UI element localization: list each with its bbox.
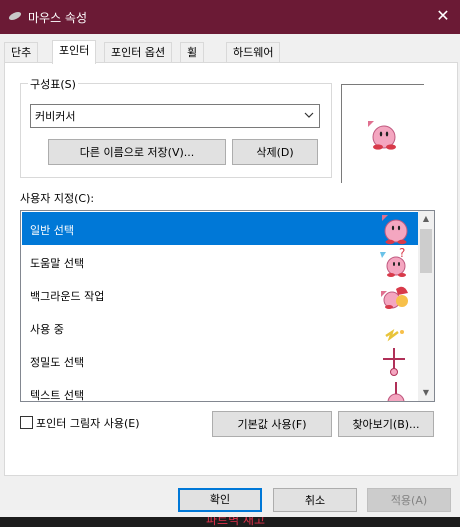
- close-button[interactable]: ✕: [432, 5, 454, 27]
- checkbox-box[interactable]: [20, 416, 33, 429]
- precision-cursor-icon: [383, 348, 405, 376]
- scheme-dropdown-value: 커비커서: [35, 110, 76, 123]
- list-item-normal-select[interactable]: 일반 선택: [22, 212, 418, 245]
- kirby-preview-icon: [368, 121, 396, 150]
- pointer-shadow-label: 포인터 그림자 사용(E): [36, 417, 140, 430]
- mouse-app-icon: [8, 12, 22, 20]
- use-default-button[interactable]: 기본값 사용(F): [212, 411, 332, 437]
- text-cursor-icon: [387, 382, 405, 401]
- list-item-label: 사용 중: [30, 323, 64, 336]
- kirby-normal-cursor-icon: [382, 215, 408, 245]
- list-item-busy[interactable]: 사용 중: [22, 311, 418, 344]
- busy-cursor-icon: [385, 328, 404, 342]
- apply-button[interactable]: 적용(A): [367, 488, 451, 512]
- cursor-list[interactable]: 일반 선택 도움말 선택 ? 백그라운드 작업 사용 중 정밀도 선택 텍스트 …: [20, 210, 435, 402]
- list-item-label: 텍스트 선택: [30, 389, 85, 402]
- title-bar: 마우스 속성 ✕: [0, 0, 460, 34]
- customize-label: 사용자 지정(C):: [20, 192, 95, 205]
- list-item-label: 백그라운드 작업: [30, 290, 105, 303]
- delete-button[interactable]: 삭제(D): [232, 139, 318, 165]
- list-item-label: 도움말 선택: [30, 257, 85, 270]
- list-item-help-select[interactable]: 도움말 선택 ?: [22, 245, 418, 278]
- cursor-preview: [341, 84, 424, 183]
- list-item-precision-select[interactable]: 정밀도 선택: [22, 344, 418, 377]
- chevron-down-icon: [304, 112, 314, 118]
- save-as-button[interactable]: 다른 이름으로 저장(V)...: [48, 139, 226, 165]
- window-title: 마우스 속성: [28, 11, 88, 25]
- cancel-button[interactable]: 취소: [273, 488, 357, 512]
- scroll-thumb[interactable]: [420, 229, 432, 273]
- tab-wheel[interactable]: 휠: [180, 42, 205, 63]
- list-item-background-work[interactable]: 백그라운드 작업: [22, 278, 418, 311]
- scroll-down-arrow-icon[interactable]: ▼: [418, 385, 434, 401]
- taskbar-text: 파트벽 재고: [206, 517, 266, 527]
- list-scrollbar[interactable]: ▲ ▼: [418, 211, 434, 401]
- browse-button[interactable]: 찾아보기(B)...: [338, 411, 434, 437]
- taskbar-strip: 파트벽 재고: [0, 517, 460, 527]
- scroll-up-arrow-icon[interactable]: ▲: [418, 211, 434, 227]
- ok-button[interactable]: 확인: [178, 488, 262, 512]
- scheme-dropdown[interactable]: 커비커서: [30, 104, 320, 128]
- tab-buttons[interactable]: 단추: [4, 42, 39, 63]
- list-item-label: 일반 선택: [30, 224, 74, 237]
- kirby-help-cursor-icon: ?: [380, 246, 406, 277]
- tab-hardware[interactable]: 하드웨어: [226, 42, 281, 63]
- tab-pointers[interactable]: 포인터: [52, 40, 97, 64]
- list-item-label: 정밀도 선택: [30, 356, 85, 369]
- tab-pointer-options[interactable]: 포인터 옵션: [104, 42, 173, 63]
- list-item-text-select[interactable]: 텍스트 선택: [22, 377, 418, 402]
- scheme-group-label: 구성표(S): [28, 76, 78, 92]
- kirby-working-cursor-icon: [381, 286, 408, 309]
